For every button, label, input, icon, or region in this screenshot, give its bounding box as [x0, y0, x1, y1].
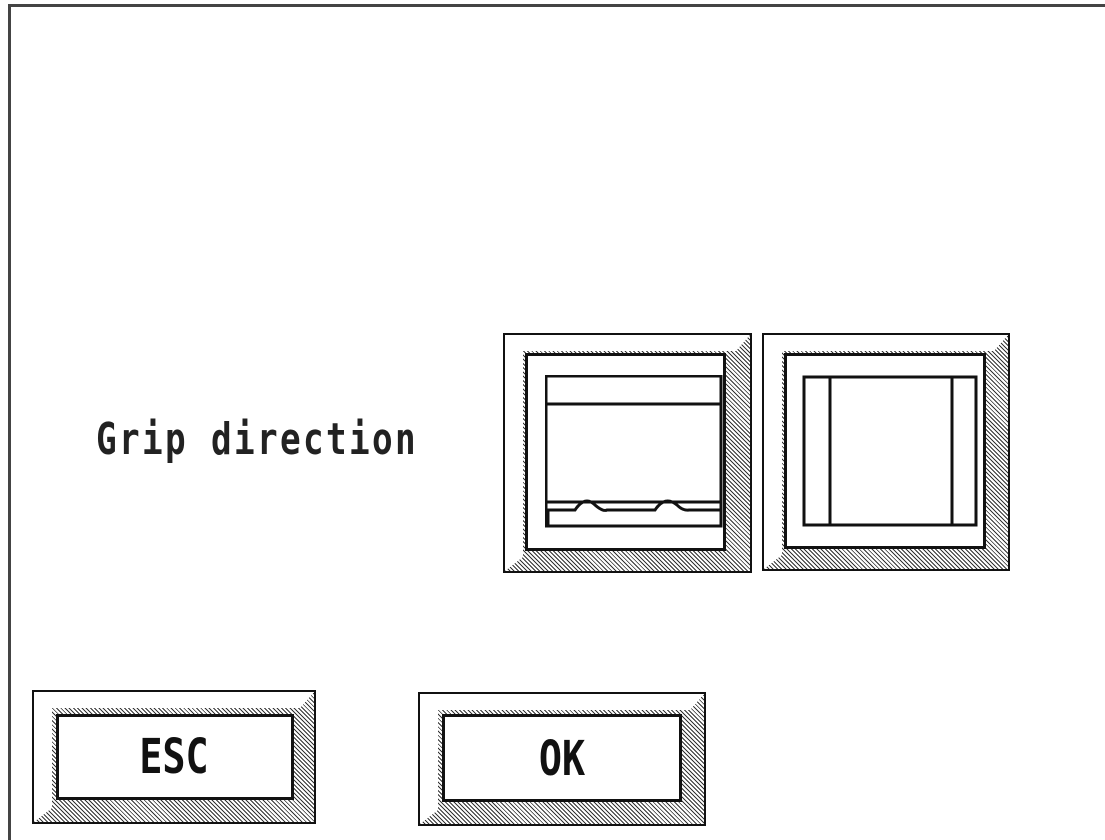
sheet-gripper-top-icon	[545, 375, 723, 528]
grip-side-edge-option[interactable]	[762, 333, 1010, 571]
esc-button[interactable]: ESC	[32, 690, 316, 824]
ok-button-label: OK	[538, 731, 586, 787]
esc-button-label: ESC	[139, 729, 209, 785]
sheet-gripper-side-icon	[802, 375, 978, 527]
grip-top-edge-option[interactable]	[503, 333, 752, 573]
ok-button[interactable]: OK	[418, 692, 706, 826]
grip-direction-label: Grip direction	[96, 414, 419, 465]
